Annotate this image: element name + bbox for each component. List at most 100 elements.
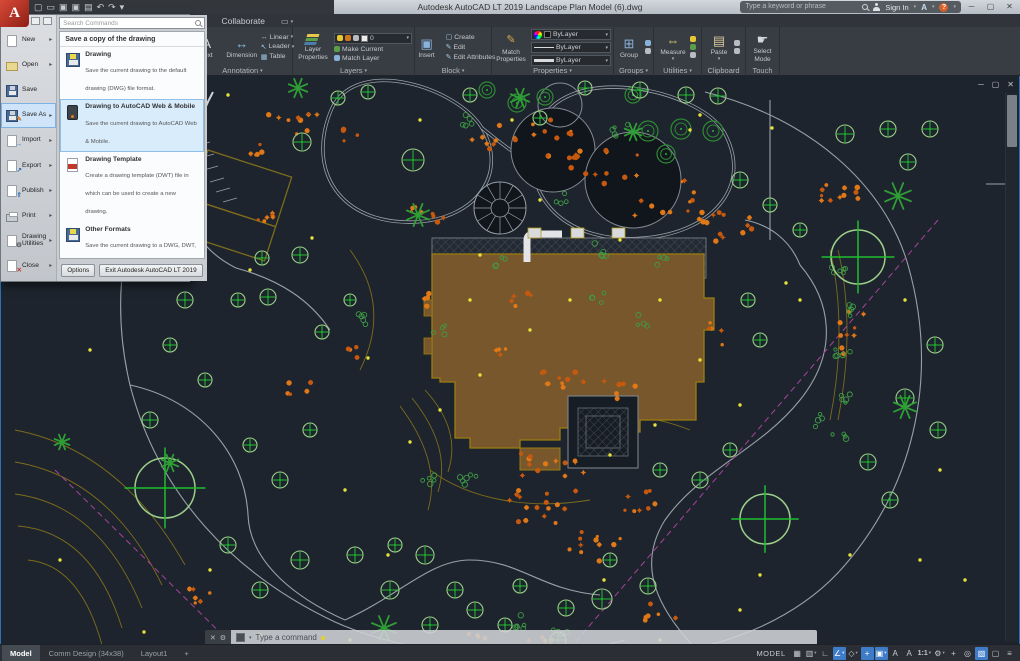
open-documents-icon[interactable] [43, 17, 52, 25]
ortho-mode-icon[interactable]: ∟ [819, 647, 832, 660]
linetype-select[interactable]: ByLayer▾ [531, 42, 611, 53]
annotation-scale-icon[interactable]: 1:1▾ [917, 647, 932, 660]
tab-model[interactable]: Model [2, 645, 40, 661]
scrollbar-thumb[interactable] [1007, 95, 1017, 147]
linear-button[interactable]: ↔Linear▾ [261, 34, 295, 41]
match-properties-button[interactable]: ✎ Match Properties [494, 32, 528, 63]
annotation-visibility-icon[interactable]: A [889, 647, 902, 660]
save-icon[interactable]: ▣ [59, 2, 68, 12]
osnap-tracking-icon[interactable]: + [861, 647, 874, 660]
menu-item-publish[interactable]: ⇑Publish▸ [1, 179, 56, 204]
doc-close-icon[interactable]: ✕ [1007, 80, 1014, 90]
clipboard-tools[interactable] [734, 40, 740, 54]
command-caret-icon[interactable]: ▾ [249, 635, 252, 641]
group-tools[interactable] [645, 40, 651, 54]
table-button[interactable]: ▦Table [261, 53, 295, 61]
panel-label-block[interactable]: Block▾ [415, 65, 491, 76]
insert-button[interactable]: ▣ Insert [411, 35, 443, 59]
select-mode-button[interactable]: ☛ Select Mode [748, 31, 778, 62]
linetype-caret-icon[interactable]: ▾ [605, 45, 608, 51]
group-button[interactable]: ⊞ Group [616, 35, 642, 59]
lineweight-caret-icon[interactable]: ▾ [605, 58, 608, 64]
customize-status-icon[interactable]: ≡ [1003, 647, 1016, 660]
paste-button[interactable]: ▤ Paste ▾ [707, 32, 731, 62]
restore-button[interactable]: ▢ [982, 1, 999, 13]
lineweight-select[interactable]: ByLayer▾ [531, 55, 611, 66]
panel-label-annotation[interactable]: Annotation▾ [193, 65, 292, 76]
submenu-option-drawing[interactable]: DrawingSave the current drawing to the d… [60, 47, 203, 99]
new-layout-button[interactable]: + [176, 645, 196, 661]
menu-item-new[interactable]: New▸ [1, 28, 56, 53]
panel-label-utilities[interactable]: Utilities▾ [654, 65, 701, 76]
menu-item-open[interactable]: Open▸ [1, 53, 56, 78]
tab-layout1[interactable]: Layout1 [133, 645, 176, 661]
sign-in-button[interactable]: Sign In [885, 3, 908, 12]
grid-display-icon[interactable]: ▦ [791, 647, 804, 660]
layer-select-caret-icon[interactable]: ▾ [406, 35, 409, 41]
application-menu-button[interactable]: A [0, 0, 29, 27]
object-color-select[interactable]: ByLayer▾ [531, 29, 611, 40]
menu-item-save[interactable]: Save [1, 78, 56, 103]
annotation-monitor-icon[interactable]: + [947, 647, 960, 660]
submenu-option-web-mobile[interactable]: Drawing to AutoCAD Web & MobileSave the … [60, 99, 203, 151]
layer-properties-button[interactable]: Layer Properties [295, 33, 331, 60]
isometric-drafting-icon[interactable]: ◇▾ [847, 647, 860, 660]
command-wrench-icon[interactable]: ⚙ [220, 634, 226, 642]
plot-icon[interactable]: ▤ [84, 2, 93, 12]
dimension-button[interactable]: ↔ Dimension [226, 35, 258, 59]
exit-button[interactable]: Exit Autodesk AutoCAD LT 2019 [99, 264, 202, 277]
command-close-icon[interactable]: ✕ [210, 634, 216, 642]
graphics-performance-icon[interactable]: ▧ [975, 647, 988, 660]
command-line-handle[interactable]: ✕ ⚙ [205, 630, 231, 645]
make-current-button[interactable]: Make Current [334, 46, 412, 53]
qat-customize-icon[interactable]: ▾ [120, 2, 125, 12]
tab-collaborate[interactable]: Collaborate [214, 15, 273, 27]
snap-mode-icon[interactable]: ▥▾ [805, 647, 818, 660]
color-caret-icon[interactable]: ▾ [605, 32, 608, 38]
autodesk-app-icon[interactable]: A [921, 3, 927, 12]
measure-button[interactable]: ⇔ Measure ▾ [659, 32, 687, 62]
isolate-objects-icon[interactable]: ◎ [961, 647, 974, 660]
save-as-icon[interactable]: ▣ [72, 2, 81, 12]
command-recent-icon[interactable] [236, 633, 245, 642]
command-input[interactable]: ▾ Type a command [231, 630, 817, 645]
qnew-icon[interactable]: ▢ [34, 2, 43, 12]
tab-comm-design[interactable]: Comm Design (34x38) [41, 645, 132, 661]
polar-tracking-icon[interactable]: ∠▾ [833, 647, 846, 660]
help-icon[interactable]: ? [939, 3, 948, 12]
recent-documents-icon[interactable] [31, 17, 40, 25]
redo-icon[interactable]: ↷ [108, 2, 116, 12]
object-snap-icon[interactable]: ▣▾ [875, 647, 888, 660]
doc-minimize-icon[interactable]: ─ [978, 80, 984, 90]
create-block-button[interactable]: ▢Create [446, 33, 496, 41]
infocenter-search-input[interactable]: Type a keyword or phrase [745, 1, 857, 13]
menu-item-save-as[interactable]: ✎Save As▸ [1, 103, 56, 128]
menu-item-drawing-utilities[interactable]: ⚙Drawing Utilities▸ [1, 229, 56, 254]
options-button[interactable]: Options [61, 264, 95, 277]
menu-search-input[interactable]: Search Commands [59, 17, 204, 29]
close-button[interactable]: ✕ [1001, 1, 1018, 13]
submenu-option-drawing-template[interactable]: Drawing TemplateCreate a drawing templat… [60, 152, 203, 222]
menu-item-export[interactable]: ↗Export▸ [1, 153, 56, 178]
help-caret-icon[interactable]: ▾ [953, 4, 956, 10]
doc-restore-icon[interactable]: ▢ [992, 80, 1000, 90]
submenu-option-other-formats[interactable]: Other FormatsSave the current drawing to… [60, 222, 203, 259]
menu-item-import[interactable]: →Import▸ [1, 128, 56, 153]
leader-button[interactable]: ↖Leader▾ [261, 43, 295, 51]
utility-tools[interactable] [690, 36, 696, 58]
match-layer-button[interactable]: Match Layer [334, 55, 412, 62]
minimize-button[interactable]: ─ [963, 1, 980, 13]
vertical-scrollbar[interactable] [1005, 93, 1018, 641]
menu-item-print[interactable]: Print▸ [1, 204, 56, 229]
search-icon[interactable] [862, 4, 868, 10]
edit-block-button[interactable]: ✎Edit [446, 43, 496, 51]
clean-screen-icon[interactable]: ▢ [989, 647, 1002, 660]
open-icon[interactable]: ▭ [47, 2, 56, 12]
panel-label-properties[interactable]: Properties▾ [492, 66, 613, 76]
autoscale-icon[interactable]: A [903, 647, 916, 660]
spa-structure[interactable] [568, 396, 638, 468]
spiral-stair[interactable] [474, 182, 526, 234]
panel-label-layers[interactable]: Layers▾ [293, 65, 414, 76]
media-tab-icon[interactable]: ▭ ▾ [275, 16, 299, 27]
model-space-label[interactable]: MODEL [756, 649, 785, 658]
